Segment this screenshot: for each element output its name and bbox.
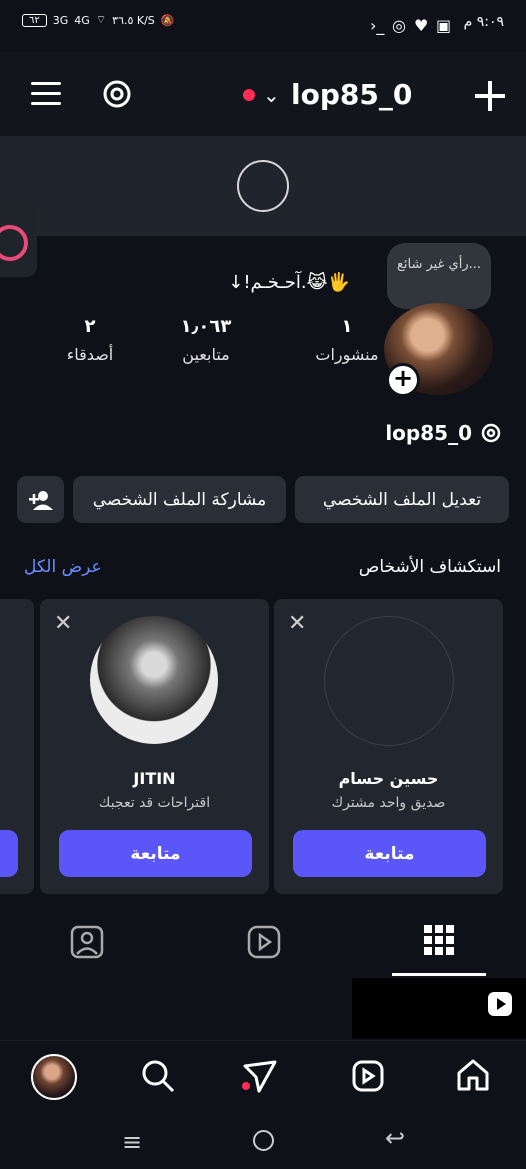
search-icon[interactable] — [141, 1059, 175, 1093]
stat-posts-label: منشورات — [315, 345, 379, 364]
suggestion-card-partial[interactable] — [0, 599, 34, 894]
plus-icon[interactable] — [474, 80, 506, 112]
cover-placeholder-circle[interactable] — [237, 160, 289, 212]
tagged-photos-icon[interactable] — [70, 925, 106, 959]
profile-handle: lop85_0 — [385, 421, 472, 445]
stat-friends[interactable]: ٢ أصدقاء — [45, 316, 135, 364]
suggestion-name: JITIN — [133, 769, 176, 788]
send-icon[interactable] — [241, 1060, 279, 1094]
suggestion-name: حسين حسام — [338, 769, 439, 788]
reels-icon[interactable] — [247, 925, 281, 959]
terminal-icon: ›_ — [370, 16, 385, 35]
mute-icon: 🔕 — [160, 13, 175, 27]
profile-nav-avatar[interactable] — [31, 1054, 77, 1100]
speed-indicator: ٣٦.٥ K/S — [112, 13, 155, 27]
profile-note[interactable]: رأي غير شائع... — [387, 243, 491, 309]
discover-title: استكشاف الأشخاص — [358, 557, 501, 577]
suggestion-subtitle: اقتراحات قد تعجبك — [98, 795, 211, 811]
profile-handle-row[interactable]: lop85_0 — [385, 421, 502, 445]
suggestion-avatar — [324, 616, 454, 746]
close-icon[interactable]: ✕ — [288, 611, 306, 636]
notification-dot — [243, 89, 255, 101]
network-4g: 4G — [74, 13, 90, 27]
add-friend-button[interactable] — [17, 476, 64, 523]
threads-icon — [481, 423, 501, 443]
add-story-icon[interactable]: + — [386, 363, 420, 397]
network-3g: 3G — [52, 13, 69, 27]
status-time: ٩:٠٩ م — [463, 14, 504, 30]
add-person-icon — [28, 490, 53, 510]
heart-icon: ♥ — [414, 16, 429, 35]
menu-icon[interactable] — [31, 80, 63, 108]
home-nav-icon[interactable] — [253, 1130, 274, 1151]
chevron-down-icon[interactable]: ⌄ — [263, 83, 280, 107]
status-left: ٦٢ 3G 4G ⌔ ٣٦.٥ K/S 🔕 — [22, 13, 175, 27]
suggestion-subtitle: صديق واحد مشترك — [331, 795, 446, 811]
story-ring-left[interactable] — [0, 204, 37, 277]
suggestion-avatar — [90, 616, 218, 744]
status-notification-icons: ›_ ◎ ♥ ▣ — [370, 16, 452, 35]
stat-followers-label: متابعين — [182, 345, 230, 364]
instagram-status-icon: ◎ — [392, 16, 406, 35]
reel-thumbnail[interactable] — [352, 978, 526, 1039]
reels-icon[interactable] — [352, 1060, 384, 1092]
active-tab-indicator — [392, 973, 486, 976]
message-icon: ▣ — [436, 16, 452, 35]
stat-followers-value: ١٫٠٦٣ — [180, 316, 232, 337]
grid-icon[interactable] — [424, 925, 454, 955]
play-icon — [488, 992, 512, 1016]
follow-button[interactable]: متابعة — [293, 830, 486, 877]
suggestion-card[interactable]: ✕ حسين حسام صديق واحد مشترك متابعة — [274, 599, 503, 894]
stat-friends-value: ٢ — [84, 316, 96, 337]
threads-icon[interactable] — [102, 79, 132, 109]
home-icon[interactable] — [456, 1058, 490, 1092]
edit-profile-button[interactable]: تعديل الملف الشخصي — [295, 476, 509, 523]
follow-button-partial[interactable] — [0, 830, 18, 877]
header-username[interactable]: lop85_0 — [291, 78, 412, 111]
wifi-icon: ⌔ — [95, 13, 107, 26]
stat-friends-label: أصدقاء — [66, 345, 114, 364]
battery-indicator: ٦٢ — [22, 13, 47, 27]
status-bar: ٦٢ 3G 4G ⌔ ٣٦.٥ K/S 🔕 ›_ ◎ ♥ ▣ ٩:٠٩ م — [0, 0, 526, 52]
suggestion-card[interactable]: ✕ JITIN اقتراحات قد تعجبك متابعة — [40, 599, 269, 894]
stat-followers[interactable]: ١٫٠٦٣ متابعين — [161, 316, 251, 364]
stat-posts-value: ١ — [341, 316, 353, 337]
back-icon[interactable]: ↩ — [385, 1124, 405, 1152]
see-all-link[interactable]: عرض الكل — [24, 557, 102, 577]
stat-posts[interactable]: ١ منشورات — [302, 316, 392, 364]
profile-bio: ↓!آحـخـم.😹🖐 — [228, 272, 350, 293]
follow-button[interactable]: متابعة — [59, 830, 252, 877]
recent-apps-icon[interactable]: ≡ — [122, 1128, 142, 1156]
share-profile-button[interactable]: مشاركة الملف الشخصي — [73, 476, 286, 523]
close-icon[interactable]: ✕ — [54, 611, 72, 636]
